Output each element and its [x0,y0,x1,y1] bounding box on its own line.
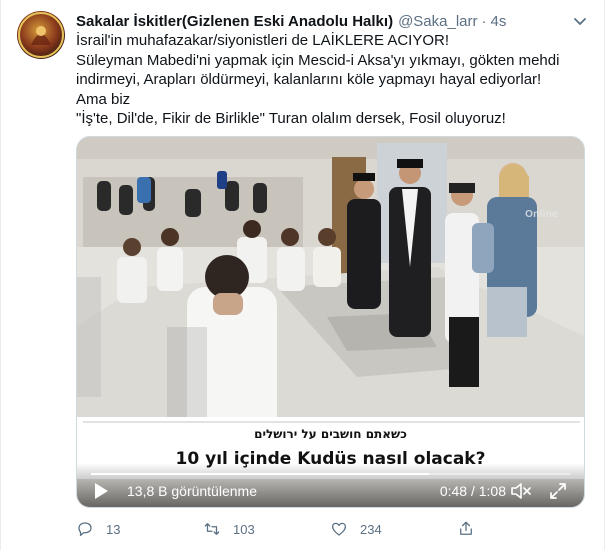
play-icon[interactable] [93,482,109,500]
reply-count: 13 [106,521,121,537]
retweet-icon [204,523,220,535]
user-handle[interactable]: @Saka_larr [398,13,477,30]
subtitle-hebrew: כשאתם חושבים על ירושלים [254,427,407,441]
tweet-text-line: Süleyman Mabedi'ni yapmak için Mescid-i … [76,51,560,69]
retweet-button[interactable]: 103 [203,517,330,541]
fullscreen-icon[interactable] [548,481,568,501]
tweet-header: Sakalar İskitler(Gizlenen Eski Anadolu H… [76,11,506,31]
timestamp[interactable]: 4s [491,13,507,30]
tweet-card[interactable]: Sakalar İskitler(Gizlenen Eski Anadolu H… [0,0,605,550]
retweet-count: 103 [233,521,255,537]
video-player[interactable]: Online כשאתם חושבים על ירושלים 10 yıl iç… [76,136,585,508]
timecode: 0:48 / 1:08 [439,483,506,499]
channel-watermark: Online [525,209,558,220]
tweet-text: İsrail'in muhafazakar/siyonistleri de LA… [76,31,591,129]
volume-icon[interactable] [510,481,532,501]
like-button[interactable]: 234 [330,517,457,541]
reply-button[interactable]: 13 [76,517,203,541]
share-icon [460,521,472,535]
heart-icon [331,522,347,536]
share-button[interactable] [457,517,584,541]
chevron-down-icon[interactable] [570,11,590,31]
tweet-actions: 13 103 234 [76,517,584,541]
tweet-text-line: indirmeyi, Arapları öldürmeyi, kalanları… [76,71,542,88]
display-name[interactable]: Sakalar İskitler(Gizlenen Eski Anadolu H… [76,13,393,30]
tweet-text-line: İsrail'in muhafazakar/siyonistleri de LA… [76,32,450,49]
view-count: 13,8 B görüntülenme [127,483,257,499]
like-count: 234 [360,521,382,537]
tweet-text-line: "İş'te, Dil'de, Fikir de Birlikle" Turan… [76,110,506,127]
tweet-text-line: Ama biz [76,90,131,108]
video-controls: 13,8 B görüntülenme 0:48 / 1:08 [77,463,584,507]
progress-bar[interactable] [91,473,570,475]
progress-fill [91,473,430,475]
separator-dot: · [481,12,487,30]
avatar[interactable] [17,11,65,59]
reply-icon [78,522,92,537]
